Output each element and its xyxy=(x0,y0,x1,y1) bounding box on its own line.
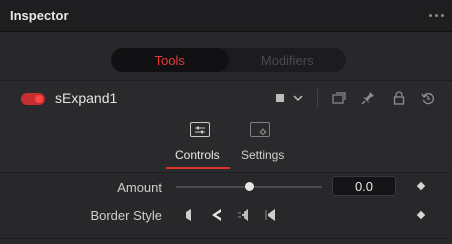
inspector-subtabs: Controls Settings xyxy=(0,116,452,173)
lock-icon[interactable] xyxy=(391,90,407,106)
chevron-down-icon[interactable] xyxy=(290,90,306,106)
border-style-label: Border Style xyxy=(90,208,162,223)
inspector-panel: Inspector Tools Modifiers sExpand1 Contr… xyxy=(0,0,452,244)
amount-label: Amount xyxy=(117,180,162,195)
keyframe-diamond-icon[interactable] xyxy=(416,181,426,191)
border-style-sharp-icon[interactable] xyxy=(208,207,224,223)
panel-title: Inspector xyxy=(10,8,69,23)
amount-value-field[interactable]: 0.0 xyxy=(332,176,396,196)
tab-controls[interactable]: Controls xyxy=(175,148,220,162)
settings-icon[interactable] xyxy=(250,122,270,137)
divider xyxy=(0,238,452,239)
active-tab-indicator xyxy=(166,167,230,169)
tool-header-row: sExpand1 xyxy=(0,80,452,117)
reset-icon[interactable] xyxy=(420,90,436,106)
keyframe-diamond-icon[interactable] xyxy=(416,210,426,220)
inspector-header: Inspector xyxy=(0,0,452,32)
versions-icon[interactable] xyxy=(331,90,347,106)
more-options-icon[interactable] xyxy=(429,14,444,17)
border-style-soft-icon[interactable] xyxy=(180,207,196,223)
border-style-angled-icon[interactable] xyxy=(263,207,279,223)
tab-modifiers[interactable]: Modifiers xyxy=(229,48,347,72)
tab-bar: Tools Modifiers xyxy=(111,48,346,72)
amount-slider-handle[interactable] xyxy=(245,182,254,191)
tab-settings[interactable]: Settings xyxy=(241,148,284,162)
pin-icon[interactable] xyxy=(360,90,376,106)
tool-enable-toggle[interactable] xyxy=(21,93,45,105)
tab-tools[interactable]: Tools xyxy=(111,48,229,72)
toolbar-divider xyxy=(317,89,318,107)
tool-name: sExpand1 xyxy=(55,90,118,106)
color-swatch-icon[interactable] xyxy=(272,90,288,106)
controls-icon[interactable] xyxy=(190,122,210,137)
border-style-stepped-icon[interactable] xyxy=(235,207,251,223)
